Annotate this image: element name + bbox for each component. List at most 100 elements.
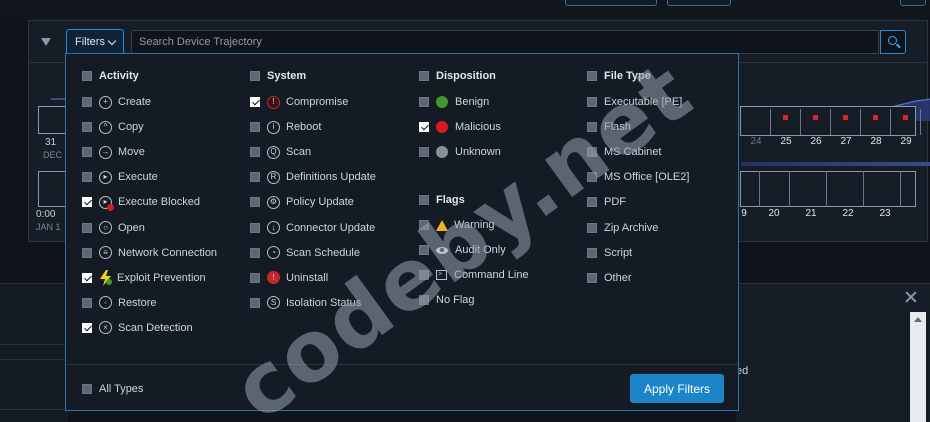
filter-option-execute[interactable]: ▸ Execute bbox=[82, 169, 158, 185]
filter-option-open[interactable]: ○ Open bbox=[82, 220, 145, 236]
checkbox[interactable] bbox=[82, 122, 92, 133]
activity-header[interactable]: Activity bbox=[82, 68, 139, 84]
file-type-header[interactable]: File Type bbox=[587, 68, 651, 84]
close-icon[interactable] bbox=[904, 290, 918, 304]
checkbox[interactable] bbox=[587, 222, 597, 233]
filter-option-executable-pe[interactable]: Executable [PE] bbox=[587, 94, 682, 110]
checkbox[interactable] bbox=[82, 197, 92, 208]
filter-option-network-connection[interactable]: ≡ Network Connection bbox=[82, 245, 217, 261]
filter-option-command-line[interactable]: > Command Line bbox=[419, 267, 529, 283]
filter-option-definitions-update[interactable]: R Definitions Update bbox=[250, 169, 376, 185]
checkbox[interactable] bbox=[250, 272, 260, 283]
toolbar-button[interactable] bbox=[667, 0, 731, 6]
filter-option-move[interactable]: → Move bbox=[82, 144, 145, 160]
day-cell[interactable] bbox=[891, 109, 921, 135]
filters-dropdown-button[interactable]: Filters bbox=[66, 29, 124, 55]
checkbox[interactable] bbox=[82, 384, 92, 394]
checkbox[interactable] bbox=[587, 71, 597, 81]
filter-option-scan-schedule[interactable]: ◔ Scan Schedule bbox=[250, 245, 360, 261]
checkbox[interactable] bbox=[419, 270, 429, 281]
checkbox[interactable] bbox=[587, 97, 597, 107]
filter-option-benign[interactable]: Benign bbox=[419, 94, 489, 110]
toolbar-button[interactable] bbox=[565, 0, 657, 6]
filter-option-execute-blocked[interactable]: ▸ Execute Blocked bbox=[82, 194, 200, 211]
checkbox[interactable] bbox=[82, 222, 92, 233]
checkbox[interactable] bbox=[587, 122, 597, 133]
checkbox[interactable] bbox=[419, 220, 429, 230]
filter-option-reboot[interactable]: i Reboot bbox=[250, 119, 321, 135]
checkbox[interactable] bbox=[82, 297, 92, 308]
checkbox[interactable] bbox=[419, 245, 429, 256]
filter-option-flash[interactable]: Flash bbox=[587, 119, 631, 135]
checkbox[interactable] bbox=[250, 97, 260, 107]
checkbox[interactable] bbox=[250, 197, 260, 208]
filter-option-create[interactable]: + Create bbox=[82, 94, 151, 110]
collapse-triangle-icon[interactable] bbox=[41, 38, 51, 46]
day-cell[interactable] bbox=[771, 109, 801, 135]
filter-option-zip-archive[interactable]: Zip Archive bbox=[587, 220, 658, 236]
event-marker[interactable] bbox=[843, 115, 848, 120]
filter-option-scan-detection[interactable]: × Scan Detection bbox=[82, 320, 193, 336]
filter-option-connector-update[interactable]: ↓ Connector Update bbox=[250, 220, 375, 236]
checkbox[interactable] bbox=[587, 272, 597, 283]
checkbox[interactable] bbox=[587, 247, 597, 258]
search-button[interactable] bbox=[880, 30, 906, 54]
checkbox[interactable] bbox=[82, 147, 92, 158]
filter-option-warning[interactable]: Warning bbox=[419, 217, 495, 233]
filter-option-uninstall[interactable]: ! Uninstall bbox=[250, 270, 328, 286]
apply-filters-button[interactable]: Apply Filters bbox=[630, 374, 724, 403]
checkbox[interactable] bbox=[82, 272, 92, 283]
checkbox[interactable] bbox=[587, 197, 597, 208]
filter-option-script[interactable]: Script bbox=[587, 245, 632, 261]
scrollbar[interactable] bbox=[910, 312, 926, 422]
filter-option-compromise[interactable]: ! Compromise bbox=[250, 94, 348, 110]
checkbox[interactable] bbox=[419, 147, 429, 158]
filter-option-exploit-prevention[interactable]: Exploit Prevention bbox=[82, 269, 206, 286]
day-cell[interactable] bbox=[831, 109, 861, 135]
checkbox[interactable] bbox=[82, 247, 92, 258]
checkbox[interactable] bbox=[82, 97, 92, 107]
checkbox[interactable] bbox=[250, 172, 260, 183]
checkbox[interactable] bbox=[250, 222, 260, 233]
checkbox[interactable] bbox=[82, 322, 92, 333]
checkbox[interactable] bbox=[82, 71, 92, 81]
scroll-up-icon[interactable] bbox=[914, 317, 922, 322]
filter-option-no-flag[interactable]: No Flag bbox=[419, 292, 475, 308]
day-cell[interactable] bbox=[801, 109, 831, 135]
checkbox[interactable] bbox=[419, 71, 429, 81]
event-marker[interactable] bbox=[903, 115, 908, 120]
event-marker[interactable] bbox=[873, 115, 878, 120]
system-header[interactable]: System bbox=[250, 68, 306, 84]
timeline-cell[interactable] bbox=[38, 171, 68, 207]
filter-option-malicious[interactable]: Malicious bbox=[419, 119, 501, 135]
all-types-checkbox[interactable]: All Types bbox=[82, 381, 143, 397]
filter-option-pdf[interactable]: PDF bbox=[587, 194, 626, 210]
toolbar-button[interactable] bbox=[900, 0, 926, 6]
filter-option-other[interactable]: Other bbox=[587, 270, 632, 286]
checkbox[interactable] bbox=[250, 297, 260, 308]
event-marker[interactable] bbox=[783, 115, 788, 120]
checkbox[interactable] bbox=[587, 172, 597, 183]
flags-header[interactable]: Flags bbox=[419, 192, 465, 208]
day-cell[interactable] bbox=[741, 109, 771, 135]
checkbox[interactable] bbox=[250, 247, 260, 258]
filter-option-unknown[interactable]: Unknown bbox=[419, 144, 501, 160]
disposition-header[interactable]: Disposition bbox=[419, 68, 496, 84]
checkbox[interactable] bbox=[419, 122, 429, 133]
checkbox[interactable] bbox=[250, 71, 260, 81]
checkbox[interactable] bbox=[250, 147, 260, 158]
filter-option-scan[interactable]: Q Scan bbox=[250, 144, 311, 160]
checkbox[interactable] bbox=[419, 195, 429, 205]
day-cell[interactable] bbox=[861, 109, 891, 135]
checkbox[interactable] bbox=[587, 147, 597, 158]
search-input[interactable]: Search Device Trajectory bbox=[131, 30, 879, 54]
filter-option-audit-only[interactable]: Audit Only bbox=[419, 242, 506, 258]
filter-option-ms-cabinet[interactable]: MS Cabinet bbox=[587, 144, 661, 160]
event-marker[interactable] bbox=[813, 115, 818, 120]
timeline-cell[interactable] bbox=[38, 106, 68, 134]
filter-option-ms-office-ole2[interactable]: MS Office [OLE2] bbox=[587, 169, 689, 185]
filter-option-isolation-status[interactable]: S Isolation Status bbox=[250, 295, 361, 311]
filter-option-restore[interactable]: ◦ Restore bbox=[82, 295, 157, 311]
filter-option-policy-update[interactable]: ⚙ Policy Update bbox=[250, 194, 354, 210]
checkbox[interactable] bbox=[250, 122, 260, 133]
